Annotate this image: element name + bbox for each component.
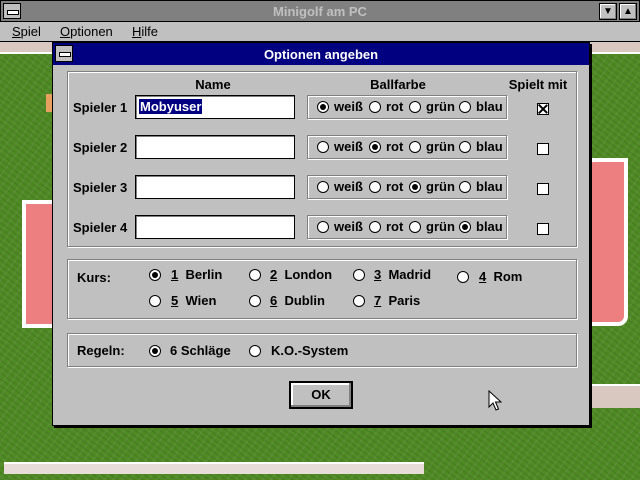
player-3-color-group: weiß rot grün blau xyxy=(307,175,507,199)
player-1-color-rot-radio[interactable] xyxy=(369,101,381,113)
kurs-paris-radio[interactable] xyxy=(353,295,365,307)
menu-bar: Spiel Optionen Hilfe xyxy=(0,22,640,42)
color-label: grün xyxy=(426,99,455,114)
window-title: Minigolf am PC xyxy=(273,4,367,19)
color-label: grün xyxy=(426,139,455,154)
dialog-title: Optionen angeben xyxy=(263,47,379,62)
course-pink-area-right xyxy=(584,158,628,326)
player-3-color-weiss-radio[interactable] xyxy=(317,181,329,193)
regeln-ko-system-radio[interactable] xyxy=(249,345,261,357)
player-1-color-gruen-radio[interactable] xyxy=(409,101,421,113)
color-label: rot xyxy=(386,219,404,234)
color-label: blau xyxy=(476,219,503,234)
kurs-option-label: 6 Dublin xyxy=(270,293,325,308)
color-label: rot xyxy=(386,179,404,194)
player-1-plays-checkbox[interactable] xyxy=(537,103,549,115)
regeln-option-label: K.O.-System xyxy=(271,343,349,358)
kurs-london-radio[interactable] xyxy=(249,269,261,281)
player-4-color-rot-radio[interactable] xyxy=(369,221,381,233)
player-label: Spieler 2 xyxy=(73,140,128,155)
color-label: blau xyxy=(476,99,503,114)
player-3-plays-checkbox[interactable] xyxy=(537,183,549,195)
regeln-label: Regeln: xyxy=(77,343,125,358)
maximize-button[interactable]: ▲ xyxy=(619,3,637,20)
player-label: Spieler 1 xyxy=(73,100,128,115)
kurs-madrid-radio[interactable] xyxy=(353,269,365,281)
player-2-color-group: weiß rot grün blau xyxy=(307,135,507,159)
options-dialog: Optionen angeben Name Ballfarbe Spielt m… xyxy=(52,42,590,426)
menu-spiel[interactable]: Spiel xyxy=(12,24,41,39)
regeln-group: Regeln: 6 Schläge K.O.-System xyxy=(67,333,577,367)
player-2-color-weiss-radio[interactable] xyxy=(317,141,329,153)
kurs-group: Kurs: 1 Berlin 2 London 3 Madrid 4 Rom 5… xyxy=(67,259,577,319)
color-label: weiß xyxy=(334,219,363,234)
kurs-berlin-radio[interactable] xyxy=(149,269,161,281)
color-label: blau xyxy=(476,179,503,194)
kurs-option-label: 3 Madrid xyxy=(374,267,432,282)
color-label: grün xyxy=(426,179,455,194)
kurs-wien-radio[interactable] xyxy=(149,295,161,307)
player-3-color-gruen-radio[interactable] xyxy=(409,181,421,193)
player-3-name-input[interactable] xyxy=(135,175,295,199)
player-3-color-rot-radio[interactable] xyxy=(369,181,381,193)
menu-optionen[interactable]: Optionen xyxy=(60,24,113,39)
course-stone-right xyxy=(592,384,640,408)
player-1-color-blau-radio[interactable] xyxy=(459,101,471,113)
column-header-ballfarbe: Ballfarbe xyxy=(370,77,426,92)
kurs-option-label: 2 London xyxy=(270,267,333,282)
minimize-button[interactable]: ▼ xyxy=(599,3,617,20)
kurs-dublin-radio[interactable] xyxy=(249,295,261,307)
player-2-name-input[interactable] xyxy=(135,135,295,159)
dialog-title-bar[interactable]: Optionen angeben xyxy=(53,43,589,65)
column-header-name: Name xyxy=(195,77,231,92)
color-label: weiß xyxy=(334,99,363,114)
player-4-color-gruen-radio[interactable] xyxy=(409,221,421,233)
main-title-bar[interactable]: Minigolf am PC ▼ ▲ xyxy=(0,0,640,22)
kurs-option-label: 4 Rom xyxy=(479,269,523,284)
player-3-color-blau-radio[interactable] xyxy=(459,181,471,193)
player-2-color-blau-radio[interactable] xyxy=(459,141,471,153)
color-label: rot xyxy=(386,139,404,154)
kurs-option-label: 5 Wien xyxy=(171,293,217,308)
menu-hilfe[interactable]: Hilfe xyxy=(132,24,158,39)
color-label: weiß xyxy=(334,179,363,194)
player-name-value: Mobyuser xyxy=(139,99,203,114)
column-header-spielt-mit: Spielt mit xyxy=(508,77,568,92)
regeln-6-schlaege-radio[interactable] xyxy=(149,345,161,357)
mouse-pointer-icon xyxy=(488,390,502,411)
player-1-name-input[interactable]: Mobyuser xyxy=(135,95,295,119)
color-label: rot xyxy=(386,99,404,114)
player-2-color-rot-radio[interactable] xyxy=(369,141,381,153)
ok-button[interactable]: OK xyxy=(289,381,353,409)
player-label: Spieler 4 xyxy=(73,220,128,235)
kurs-option-label: 1 Berlin xyxy=(171,267,223,282)
player-4-color-blau-radio[interactable] xyxy=(459,221,471,233)
player-2-color-gruen-radio[interactable] xyxy=(409,141,421,153)
player-4-color-weiss-radio[interactable] xyxy=(317,221,329,233)
kurs-label: Kurs: xyxy=(77,270,111,285)
color-label: weiß xyxy=(334,139,363,154)
player-4-color-group: weiß rot grün blau xyxy=(307,215,507,239)
course-border-bottom xyxy=(4,462,424,474)
regeln-option-label: 6 Schläge xyxy=(170,343,231,358)
player-1-color-weiss-radio[interactable] xyxy=(317,101,329,113)
player-4-name-input[interactable] xyxy=(135,215,295,239)
player-label: Spieler 3 xyxy=(73,180,128,195)
players-group: Name Ballfarbe Spielt mit Spieler 1 Moby… xyxy=(67,71,577,247)
player-1-color-group: weiß rot grün blau xyxy=(307,95,507,119)
color-label: blau xyxy=(476,139,503,154)
kurs-rom-radio[interactable] xyxy=(457,271,469,283)
color-label: grün xyxy=(426,219,455,234)
player-4-plays-checkbox[interactable] xyxy=(537,223,549,235)
kurs-option-label: 7 Paris xyxy=(374,293,421,308)
player-2-plays-checkbox[interactable] xyxy=(537,143,549,155)
